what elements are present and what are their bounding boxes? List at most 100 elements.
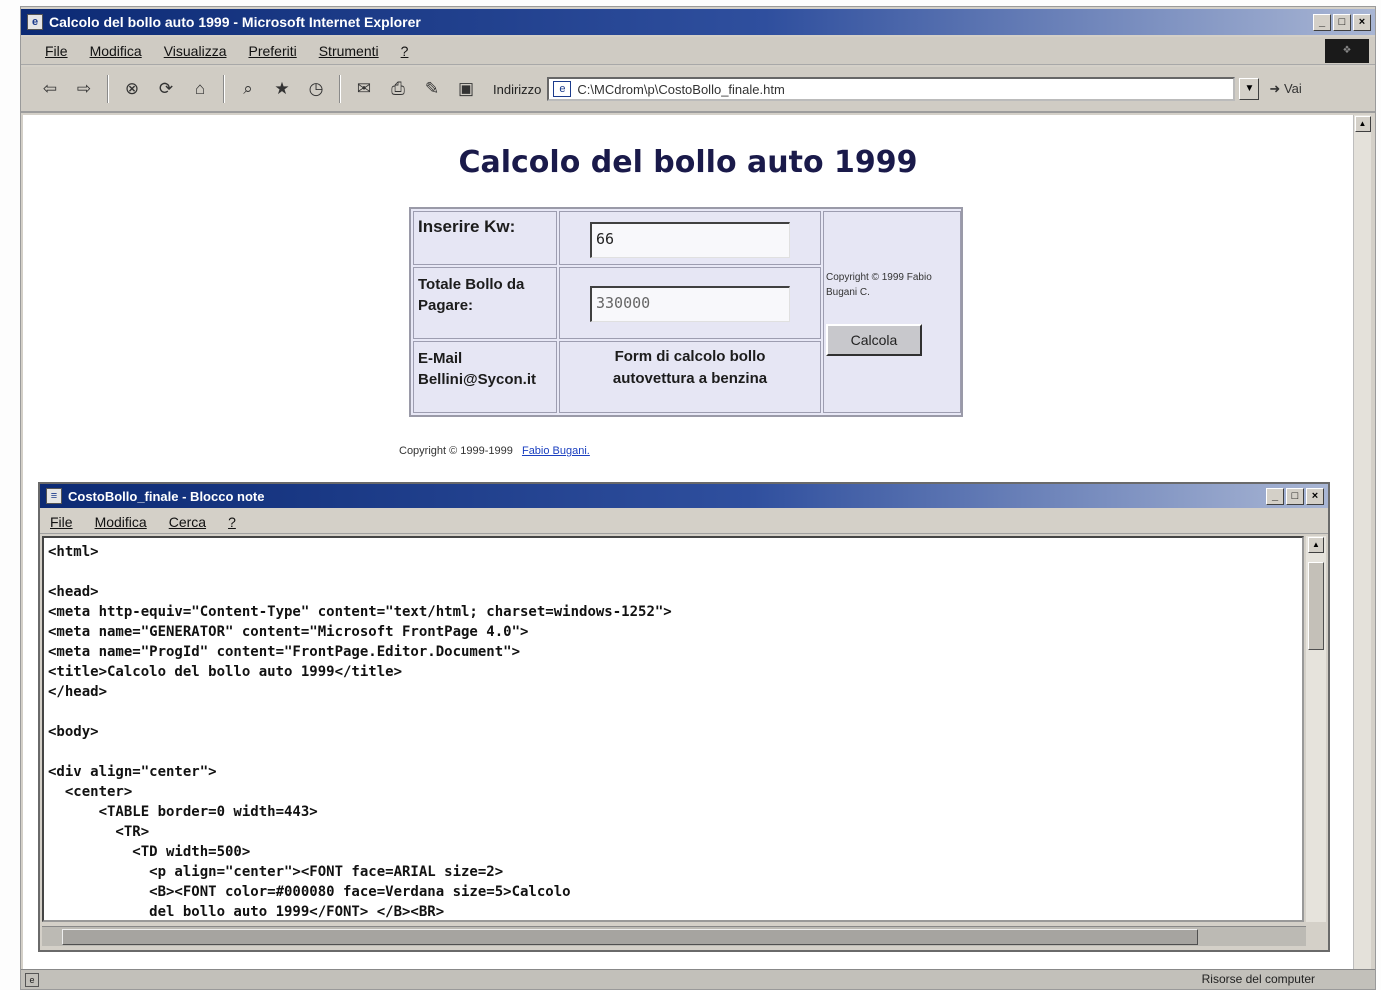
ie-toolbar: ⇦ ⇨ ⊗ ⟳ ⌂ ⌕ ★ ◷ ✉ ⎙ ✎ ▣ Indirizzo e C:\M… bbox=[21, 67, 1375, 113]
ie-window-title: Calcolo del bollo auto 1999 - Microsoft … bbox=[49, 14, 421, 30]
go-label: Vai bbox=[1283, 81, 1302, 96]
toolbar-separator bbox=[107, 75, 109, 103]
notepad-window: ≡ CostoBollo_finale - Blocco note _ □ × … bbox=[38, 482, 1330, 952]
menu-strumenti[interactable]: Strumenti bbox=[319, 43, 379, 59]
search-icon[interactable]: ⌕ bbox=[235, 76, 261, 102]
menu-preferiti[interactable]: Preferiti bbox=[248, 43, 296, 59]
form-note: Form di calcolo bollo autovettura a benz… bbox=[612, 348, 768, 387]
maximize-button[interactable]: □ bbox=[1333, 13, 1351, 31]
page-title: Calcolo del bollo auto 1999 bbox=[458, 145, 918, 180]
notepad-window-title: CostoBollo_finale - Blocco note bbox=[68, 488, 265, 504]
notepad-app-icon: ≡ bbox=[46, 488, 62, 504]
notepad-minimize-button[interactable]: _ bbox=[1266, 487, 1284, 505]
favorites-icon[interactable]: ★ bbox=[269, 76, 295, 102]
address-dropdown-icon[interactable]: ▼ bbox=[1239, 78, 1260, 100]
desktop-screenshot: e Calcolo del bollo auto 1999 - Microsof… bbox=[0, 0, 1381, 990]
notepad-horizontal-scrollbar[interactable] bbox=[42, 926, 1306, 946]
code-line: <TR> bbox=[48, 824, 150, 840]
code-line: <TD width=500> bbox=[48, 844, 251, 860]
kw-label: Inserire Kw: bbox=[418, 217, 516, 236]
np-menu-help[interactable]: ? bbox=[228, 514, 236, 530]
code-line: <meta name="GENERATOR" content="Microsof… bbox=[48, 624, 529, 640]
toolbar-separator bbox=[223, 75, 225, 103]
np-menu-file[interactable]: File bbox=[50, 514, 73, 530]
notepad-vertical-scrollbar[interactable]: ▲ bbox=[1306, 536, 1326, 922]
menu-visualizza[interactable]: Visualizza bbox=[164, 43, 227, 59]
mail-icon[interactable]: ✉ bbox=[351, 76, 377, 102]
np-horizontal-scroll-thumb[interactable] bbox=[62, 929, 1198, 945]
kw-input[interactable]: 66 bbox=[590, 222, 790, 258]
toolbar-separator bbox=[339, 75, 341, 103]
code-line: <meta http-equiv="Content-Type" content=… bbox=[48, 604, 672, 620]
address-label: Indirizzo bbox=[493, 81, 542, 97]
address-input[interactable]: e C:\MCdrom\p\CostoBollo_finale.htm bbox=[547, 77, 1236, 101]
minimize-button[interactable]: _ bbox=[1313, 13, 1331, 31]
code-line: <center> bbox=[48, 784, 133, 800]
stop-icon[interactable]: ⊗ bbox=[119, 76, 145, 102]
windows-logo-icon: ❖ bbox=[1325, 39, 1369, 63]
code-line: <div align="center"> bbox=[48, 764, 217, 780]
email-label: E-Mail Bellini@Sycon.it bbox=[418, 350, 536, 388]
code-line: del bollo auto 1999</FONT> </B><BR> bbox=[48, 904, 445, 920]
go-button[interactable]: ➜ Vai bbox=[1269, 81, 1301, 97]
total-label: Totale Bollo da Pagare: bbox=[418, 276, 525, 314]
kw-input-cell: 66 bbox=[559, 211, 821, 265]
np-scroll-up-icon[interactable]: ▲ bbox=[1308, 537, 1324, 553]
total-label-cell: Totale Bollo da Pagare: bbox=[413, 267, 557, 339]
code-line: <title>Calcolo del bollo auto 1999</titl… bbox=[48, 664, 403, 680]
ie-app-icon: e bbox=[27, 14, 43, 30]
code-line: </head> bbox=[48, 684, 108, 700]
code-line: <html> bbox=[48, 544, 99, 560]
notepad-titlebar[interactable]: ≡ CostoBollo_finale - Blocco note _ □ × bbox=[40, 484, 1328, 508]
close-button[interactable]: × bbox=[1353, 13, 1371, 31]
back-icon[interactable]: ⇦ bbox=[37, 76, 63, 102]
notepad-menubar: File Modifica Cerca ? bbox=[40, 510, 1328, 534]
page-vertical-scrollbar[interactable]: ▲ bbox=[1353, 115, 1371, 971]
calcola-button[interactable]: Calcola bbox=[826, 324, 922, 356]
notepad-maximize-button[interactable]: □ bbox=[1286, 487, 1304, 505]
page-icon: e bbox=[553, 81, 572, 97]
side-copyright: Copyright © 1999 Fabio Bugani C. bbox=[826, 272, 932, 298]
email-cell: E-Mail Bellini@Sycon.it bbox=[413, 341, 557, 413]
menu-help[interactable]: ? bbox=[401, 43, 409, 59]
edit-icon[interactable]: ✎ bbox=[419, 76, 445, 102]
status-bar: e Risorse del computer bbox=[21, 969, 1375, 989]
code-line: <B><FONT color=#000080 face=Verdana size… bbox=[48, 884, 571, 900]
code-line: <p align="center"><FONT face=ARIAL size=… bbox=[48, 864, 504, 880]
bollo-form-table: Inserire Kw: 66 Totale Bollo da Pagare: … bbox=[409, 207, 963, 417]
total-output-cell: 330000 bbox=[559, 267, 821, 339]
total-output[interactable]: 330000 bbox=[590, 286, 790, 322]
notepad-close-button[interactable]: × bbox=[1306, 487, 1324, 505]
footer-copyright-text: Copyright © 1999-1999 bbox=[399, 445, 513, 457]
discuss-icon[interactable]: ▣ bbox=[453, 76, 479, 102]
np-vertical-scroll-thumb[interactable] bbox=[1308, 562, 1324, 650]
author-link[interactable]: Fabio Bugani. bbox=[522, 445, 590, 457]
np-menu-cerca[interactable]: Cerca bbox=[169, 514, 206, 530]
notepad-text-area[interactable]: <html> <head> <meta http-equiv="Content-… bbox=[42, 536, 1304, 922]
page-status-icon: e bbox=[25, 972, 39, 987]
code-line: <head> bbox=[48, 584, 99, 600]
code-line: <meta name="ProgId" content="FrontPage.E… bbox=[48, 644, 521, 660]
address-value: C:\MCdrom\p\CostoBollo_finale.htm bbox=[577, 81, 785, 97]
side-cell: Copyright © 1999 Fabio Bugani C. Calcola bbox=[823, 211, 961, 413]
history-icon[interactable]: ◷ bbox=[303, 76, 329, 102]
zone-label: Risorse del computer bbox=[1201, 972, 1315, 986]
code-line: <TABLE border=0 width=443> bbox=[48, 804, 318, 820]
forward-icon[interactable]: ⇨ bbox=[71, 76, 97, 102]
kw-label-cell: Inserire Kw: bbox=[413, 211, 557, 265]
scroll-up-icon[interactable]: ▲ bbox=[1354, 116, 1371, 132]
print-icon[interactable]: ⎙ bbox=[385, 76, 411, 102]
footer-copyright: Copyright © 1999-1999 Fabio Bugani. bbox=[399, 445, 590, 457]
menu-file[interactable]: File bbox=[45, 43, 68, 59]
menu-modifica[interactable]: Modifica bbox=[90, 43, 142, 59]
refresh-icon[interactable]: ⟳ bbox=[153, 76, 179, 102]
home-icon[interactable]: ⌂ bbox=[187, 76, 213, 102]
note-cell: Form di calcolo bollo autovettura a benz… bbox=[559, 341, 821, 413]
ie-menubar: File Modifica Visualizza Preferiti Strum… bbox=[21, 37, 1375, 65]
ie-titlebar[interactable]: e Calcolo del bollo auto 1999 - Microsof… bbox=[21, 9, 1375, 35]
np-menu-modifica[interactable]: Modifica bbox=[95, 514, 147, 530]
code-line: <body> bbox=[48, 724, 99, 740]
